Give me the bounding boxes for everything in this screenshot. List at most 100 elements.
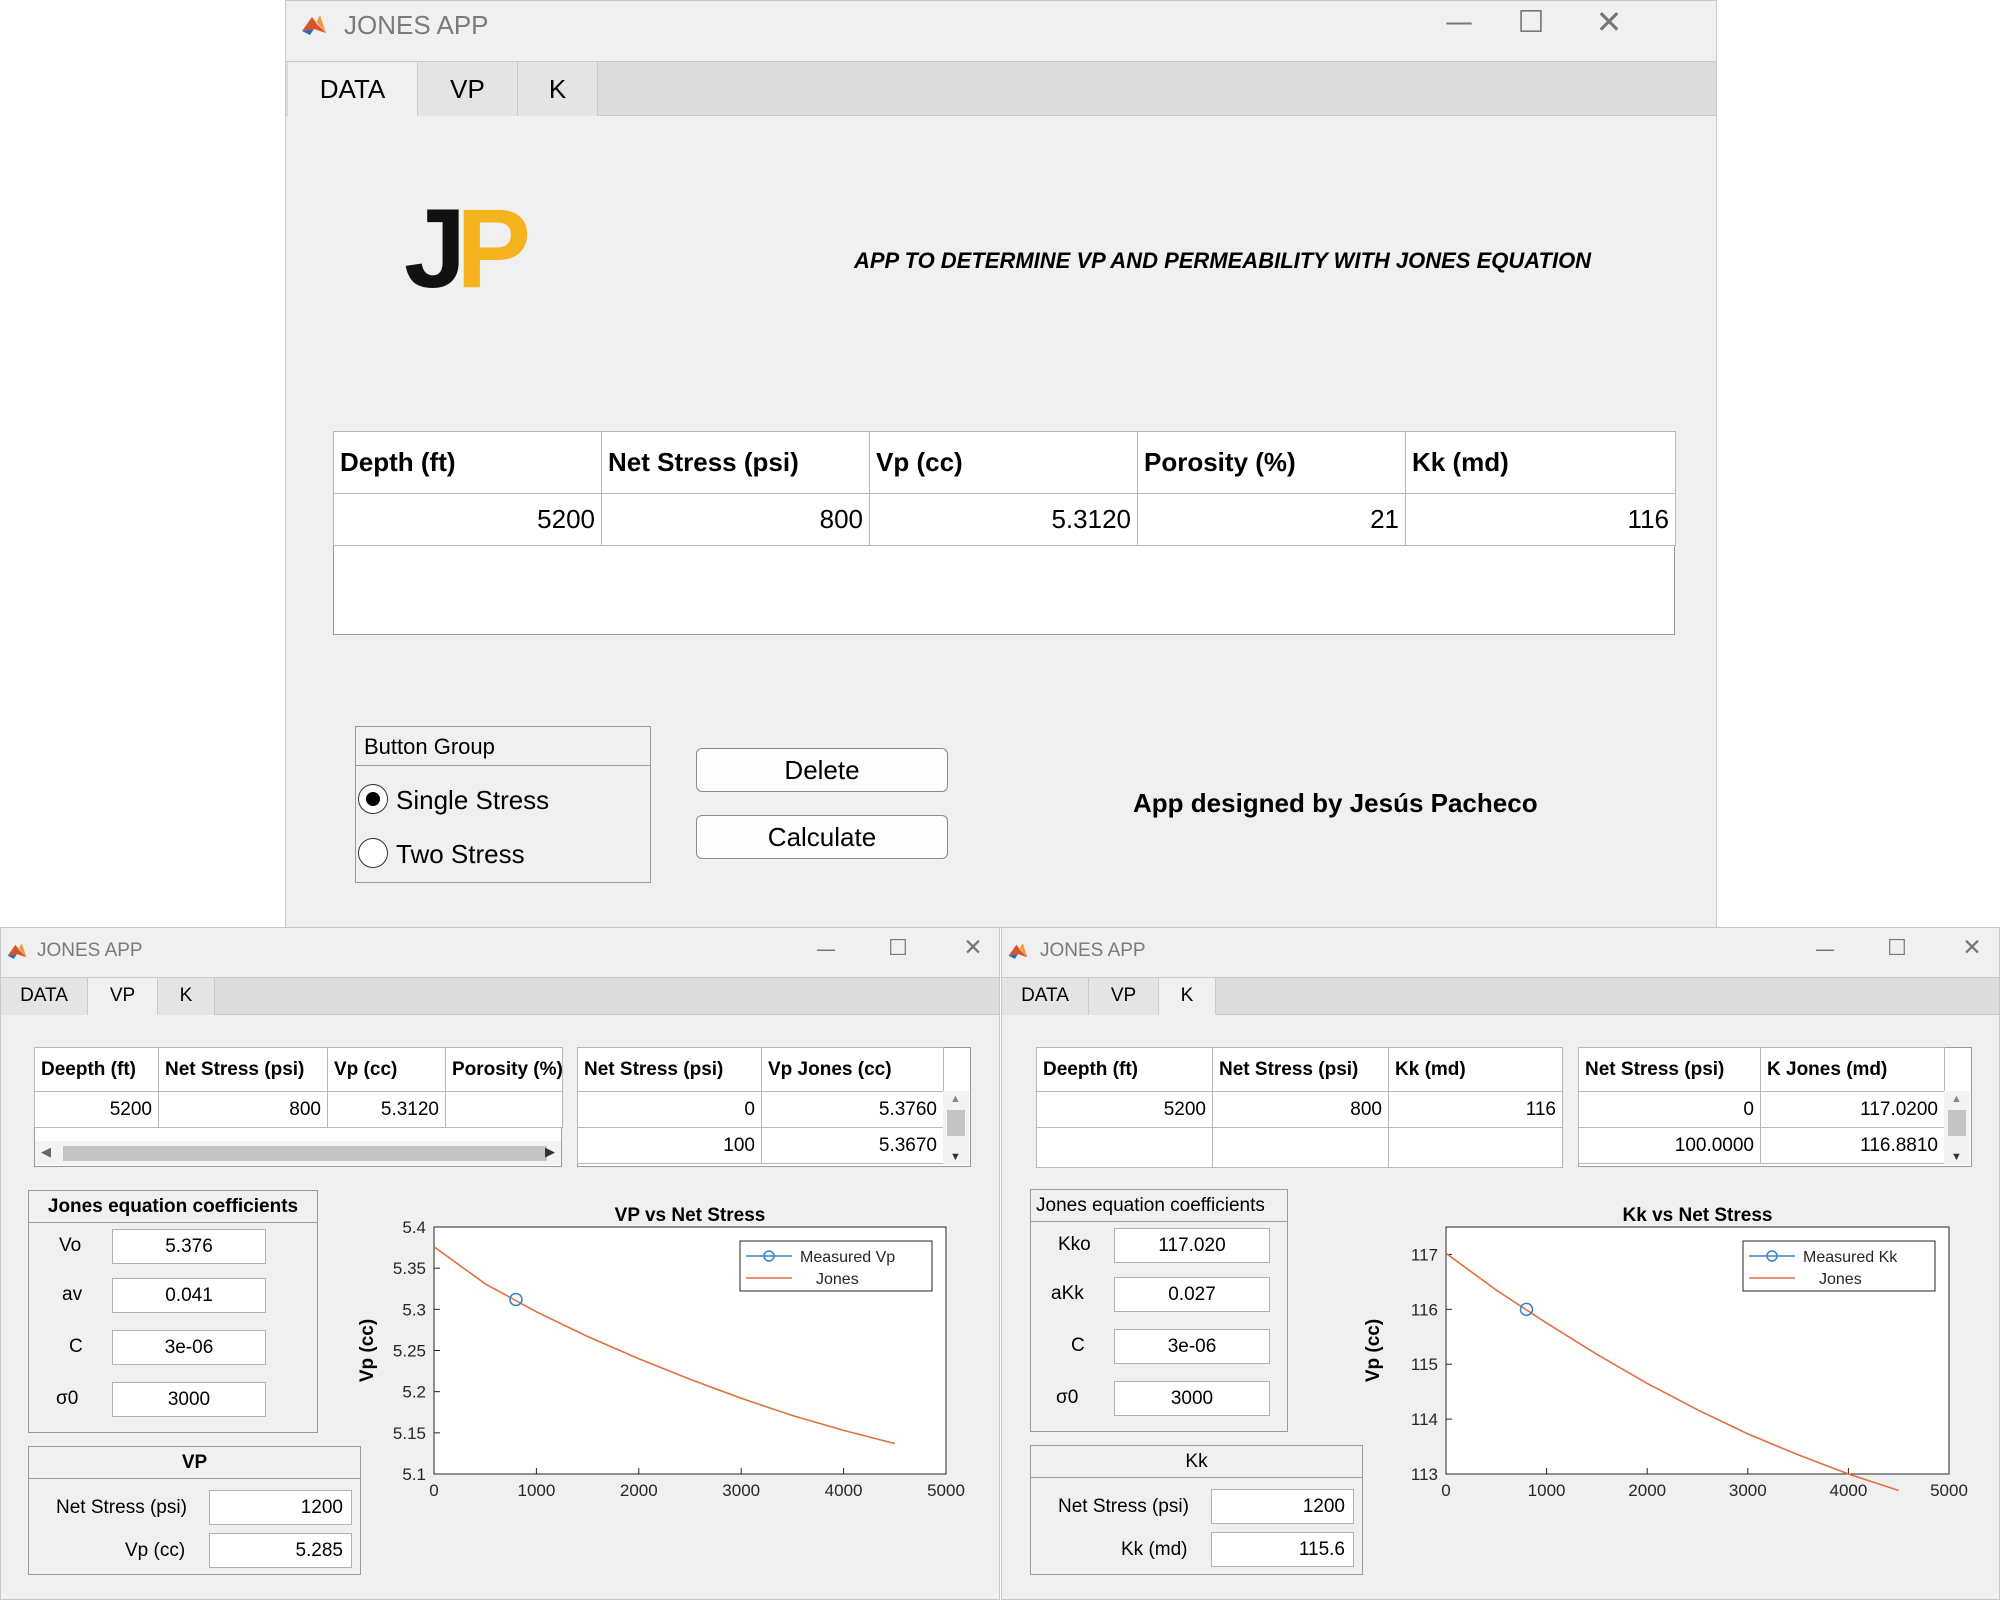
col-header-net-stress[interactable]: Net Stress (psi) [1578,1047,1761,1092]
scroll-down-icon[interactable]: ▼ [1951,1151,1962,1163]
table-cell[interactable] [1212,1127,1389,1168]
tab-k[interactable]: K [158,978,215,1015]
table-cell[interactable]: 0 [1578,1091,1761,1128]
tab-vp[interactable]: VP [418,62,518,116]
col-header-depth[interactable]: Deepth (ft) [1036,1047,1213,1092]
col-header-vp[interactable]: Vp (cc) [327,1047,446,1092]
close-icon[interactable]: ✕ [956,935,990,961]
radio-single-stress[interactable]: Single Stress [358,784,638,816]
scroll-up-icon[interactable]: ▲ [950,1093,961,1105]
coef-field-vo[interactable]: 5.376 [112,1229,266,1264]
net-stress-input[interactable]: 1200 [209,1490,352,1525]
data-table[interactable]: Depth (ft) Net Stress (psi) Vp (cc) Poro… [333,431,1676,546]
tab-vp[interactable]: VP [88,978,158,1015]
kk-output-field[interactable]: 115.6 [1211,1532,1354,1567]
maximize-icon[interactable]: ☐ [1508,5,1554,40]
col-header-porosity[interactable]: Porosity (%) [445,1047,563,1092]
minimize-icon[interactable]: — [1808,937,1842,961]
col-header-net-stress[interactable]: Net Stress (psi) [577,1047,762,1092]
result-table[interactable]: Net Stress (psi) Vp Jones (cc) 0 5.3760 … [577,1047,944,1164]
maximize-icon[interactable]: ☐ [1880,936,1914,961]
vp-output-field[interactable]: 5.285 [209,1533,352,1568]
col-header-net-stress[interactable]: Net Stress (psi) [1212,1047,1389,1092]
delete-button[interactable]: Delete [696,748,948,792]
chart-title: VP vs Net Stress [615,1205,766,1226]
coef-field-c[interactable]: 3e-06 [112,1330,266,1365]
col-header-k-jones[interactable]: K Jones (md) [1760,1047,1945,1092]
col-header-porosity[interactable]: Porosity (%) [1137,431,1406,494]
tab-data[interactable]: DATA [1002,978,1089,1015]
table-cell[interactable]: 800 [1212,1091,1389,1128]
table-cell[interactable]: 5.3120 [327,1091,446,1128]
table-cell[interactable]: 5200 [333,493,602,546]
tab-data[interactable]: DATA [288,62,418,116]
close-icon[interactable]: ✕ [1955,935,1989,961]
maximize-icon[interactable]: ☐ [881,936,915,961]
scroll-left-icon[interactable]: ◀ [41,1144,51,1160]
coef-field-kko[interactable]: 117.020 [1114,1228,1270,1263]
coef-label-sigma0: σ0 [1056,1387,1079,1408]
table-cell[interactable]: 100 [577,1127,762,1164]
horizontal-scrollbar[interactable]: ◀ ▶ [35,1141,561,1165]
calculate-button[interactable]: Calculate [696,815,948,859]
scroll-down-icon[interactable]: ▼ [950,1151,961,1163]
coef-field-sigma0[interactable]: 3000 [1114,1381,1270,1416]
table-cell[interactable] [1388,1127,1563,1168]
table-cell[interactable]: 0 [577,1091,762,1128]
table-cell[interactable] [445,1091,563,1128]
tab-vp[interactable]: VP [1089,978,1159,1015]
table-cell[interactable]: 800 [601,493,870,546]
col-header-vp[interactable]: Vp (cc) [869,431,1138,494]
col-header-kk[interactable]: Kk (md) [1405,431,1676,494]
x-tick-label: 2000 [1628,1481,1666,1500]
scrollbar-thumb[interactable] [1948,1110,1966,1136]
scroll-right-icon[interactable]: ▶ [545,1144,555,1160]
data-table[interactable]: Deepth (ft) Net Stress (psi) Vp (cc) Por… [34,1047,563,1128]
coef-field-akk[interactable]: 0.027 [1114,1277,1270,1312]
minimize-icon[interactable]: — [1436,5,1482,38]
col-header-vp-jones[interactable]: Vp Jones (cc) [761,1047,944,1092]
radio-button-selected[interactable] [358,784,388,814]
table-cell[interactable]: 116 [1388,1091,1563,1128]
col-header-net-stress[interactable]: Net Stress (psi) [601,431,870,494]
col-header-depth[interactable]: Depth (ft) [333,431,602,494]
tab-k[interactable]: K [518,62,598,116]
tab-k[interactable]: K [1159,978,1216,1015]
table-cell[interactable]: 116.8810 [1760,1127,1945,1164]
table-cell[interactable] [1036,1127,1213,1168]
net-stress-input[interactable]: 1200 [1211,1489,1354,1524]
scroll-up-icon[interactable]: ▲ [1951,1093,1962,1105]
table-cell[interactable]: 116 [1405,493,1676,546]
table-cell[interactable]: 5.3670 [761,1127,944,1164]
radio-button[interactable] [358,838,388,868]
scrollbar-thumb[interactable] [63,1146,547,1161]
table-cell[interactable]: 800 [158,1091,328,1128]
scrollbar-thumb[interactable] [947,1110,965,1136]
table-cell[interactable]: 21 [1137,493,1406,546]
data-table[interactable]: Deepth (ft) Net Stress (psi) Kk (md) 520… [1036,1047,1563,1168]
coef-field-c[interactable]: 3e-06 [1114,1329,1270,1364]
table-cell[interactable]: 5.3120 [869,493,1138,546]
table-cell[interactable]: 100.0000 [1578,1127,1761,1164]
x-tick-label: 1000 [1528,1481,1566,1500]
table-cell[interactable]: 5200 [1036,1091,1213,1128]
col-header-net-stress[interactable]: Net Stress (psi) [158,1047,328,1092]
table-cell[interactable]: 117.0200 [1760,1091,1945,1128]
radio-label: Single Stress [396,785,550,815]
coef-field-av[interactable]: 0.041 [112,1278,266,1313]
minimize-icon[interactable]: — [809,937,843,961]
result-table[interactable]: Net Stress (psi) K Jones (md) 0 117.0200… [1578,1047,1945,1164]
vp-vs-net-stress-chart: VP vs Net Stress 0 1000 2000 3000 4000 5000 5.1… [357,1205,965,1510]
coef-field-sigma0[interactable]: 3000 [112,1382,266,1417]
kk-vs-net-stress-chart: Kk vs Net Stress 0 1000 2000 3000 4000 5000 113… [1363,1205,1968,1510]
tab-data[interactable]: DATA [1,978,88,1015]
radio-two-stress[interactable]: Two Stress [358,838,638,870]
table-cell[interactable]: 5200 [34,1091,159,1128]
col-header-depth[interactable]: Deepth (ft) [34,1047,159,1092]
table-cell[interactable]: 5.3760 [761,1091,944,1128]
vertical-scrollbar[interactable]: ▲ ▼ [1944,1091,1970,1165]
vertical-scrollbar[interactable]: ▲ ▼ [943,1091,969,1165]
kk-calc-panel: Kk Net Stress (psi) 1200 Kk (md) 115.6 [1030,1445,1363,1575]
close-icon[interactable]: ✕ [1586,3,1632,41]
col-header-kk[interactable]: Kk (md) [1388,1047,1563,1092]
